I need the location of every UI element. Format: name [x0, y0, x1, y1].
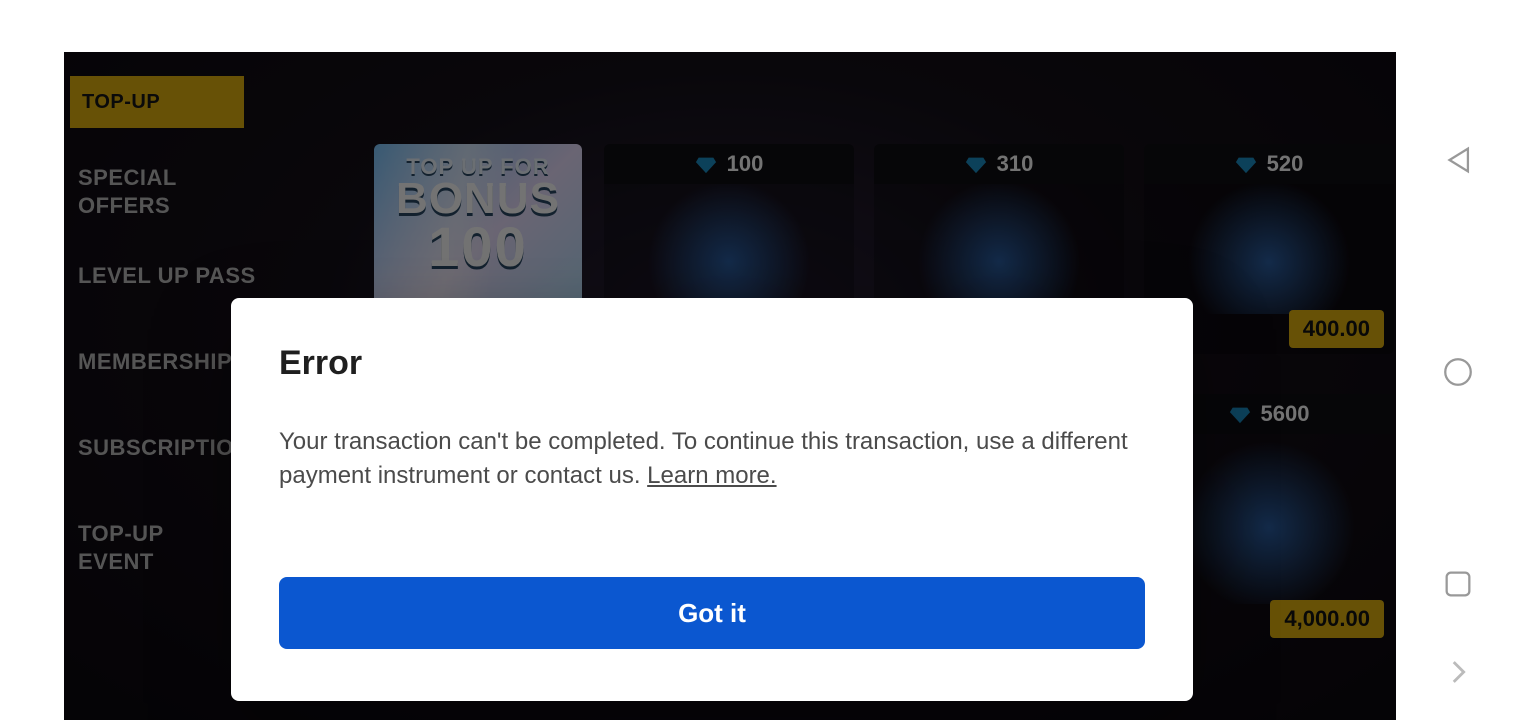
forward-icon[interactable] [1440, 654, 1476, 690]
back-icon[interactable] [1440, 142, 1476, 178]
recents-icon[interactable] [1440, 566, 1476, 602]
learn-more-link[interactable]: Learn more. [647, 462, 776, 489]
game-store-screen: TOP-UP SPECIAL OFFERS LEVEL UP PASS MEMB… [64, 52, 1396, 720]
browser-topbar [0, 0, 1520, 52]
got-it-button[interactable]: Got it [279, 577, 1145, 649]
home-icon[interactable] [1440, 354, 1476, 390]
modal-message: Your transaction can't be completed. To … [279, 425, 1145, 493]
system-navbar [1396, 52, 1520, 720]
error-modal: Error Your transaction can't be complete… [231, 298, 1193, 701]
app-stage: TOP-UP SPECIAL OFFERS LEVEL UP PASS MEMB… [0, 0, 1520, 720]
modal-title: Error [279, 344, 1145, 383]
